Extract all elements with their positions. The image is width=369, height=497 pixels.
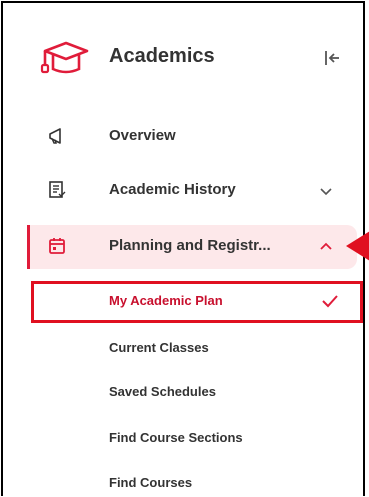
chevron-up-icon[interactable]: [317, 238, 335, 256]
collapse-left-icon[interactable]: [321, 47, 343, 69]
callout-arrow-icon: [346, 231, 369, 261]
megaphone-icon: [49, 128, 61, 144]
sidebar-panel: Academics Overview Academic History Plan…: [1, 1, 369, 496]
nav-item-label: Overview: [109, 127, 176, 144]
app-title: Academics: [109, 45, 215, 67]
nav-item-academic-history[interactable]: Academic History: [3, 169, 363, 213]
document-list-icon: [49, 181, 66, 198]
nav-item-label: Academic History: [109, 181, 236, 198]
sub-item-my-academic-plan[interactable]: My Academic Plan: [109, 293, 223, 308]
graduation-cap-icon: [40, 41, 89, 74]
chevron-down-icon[interactable]: [317, 182, 335, 200]
sub-item-find-course-sections[interactable]: Find Course Sections: [109, 430, 243, 445]
nav-item-overview[interactable]: Overview: [3, 115, 363, 159]
nav-item-label: Planning and Registr...: [109, 237, 271, 254]
sidebar-header: Academics: [3, 3, 363, 113]
nav-item-planning-and-registration[interactable]: Planning and Registr...: [27, 225, 357, 269]
sub-item-find-courses[interactable]: Find Courses: [109, 475, 192, 490]
calendar-icon: [49, 238, 65, 254]
sub-item-current-classes[interactable]: Current Classes: [109, 340, 209, 355]
check-icon: [322, 295, 338, 308]
sub-item-saved-schedules[interactable]: Saved Schedules: [109, 384, 216, 399]
